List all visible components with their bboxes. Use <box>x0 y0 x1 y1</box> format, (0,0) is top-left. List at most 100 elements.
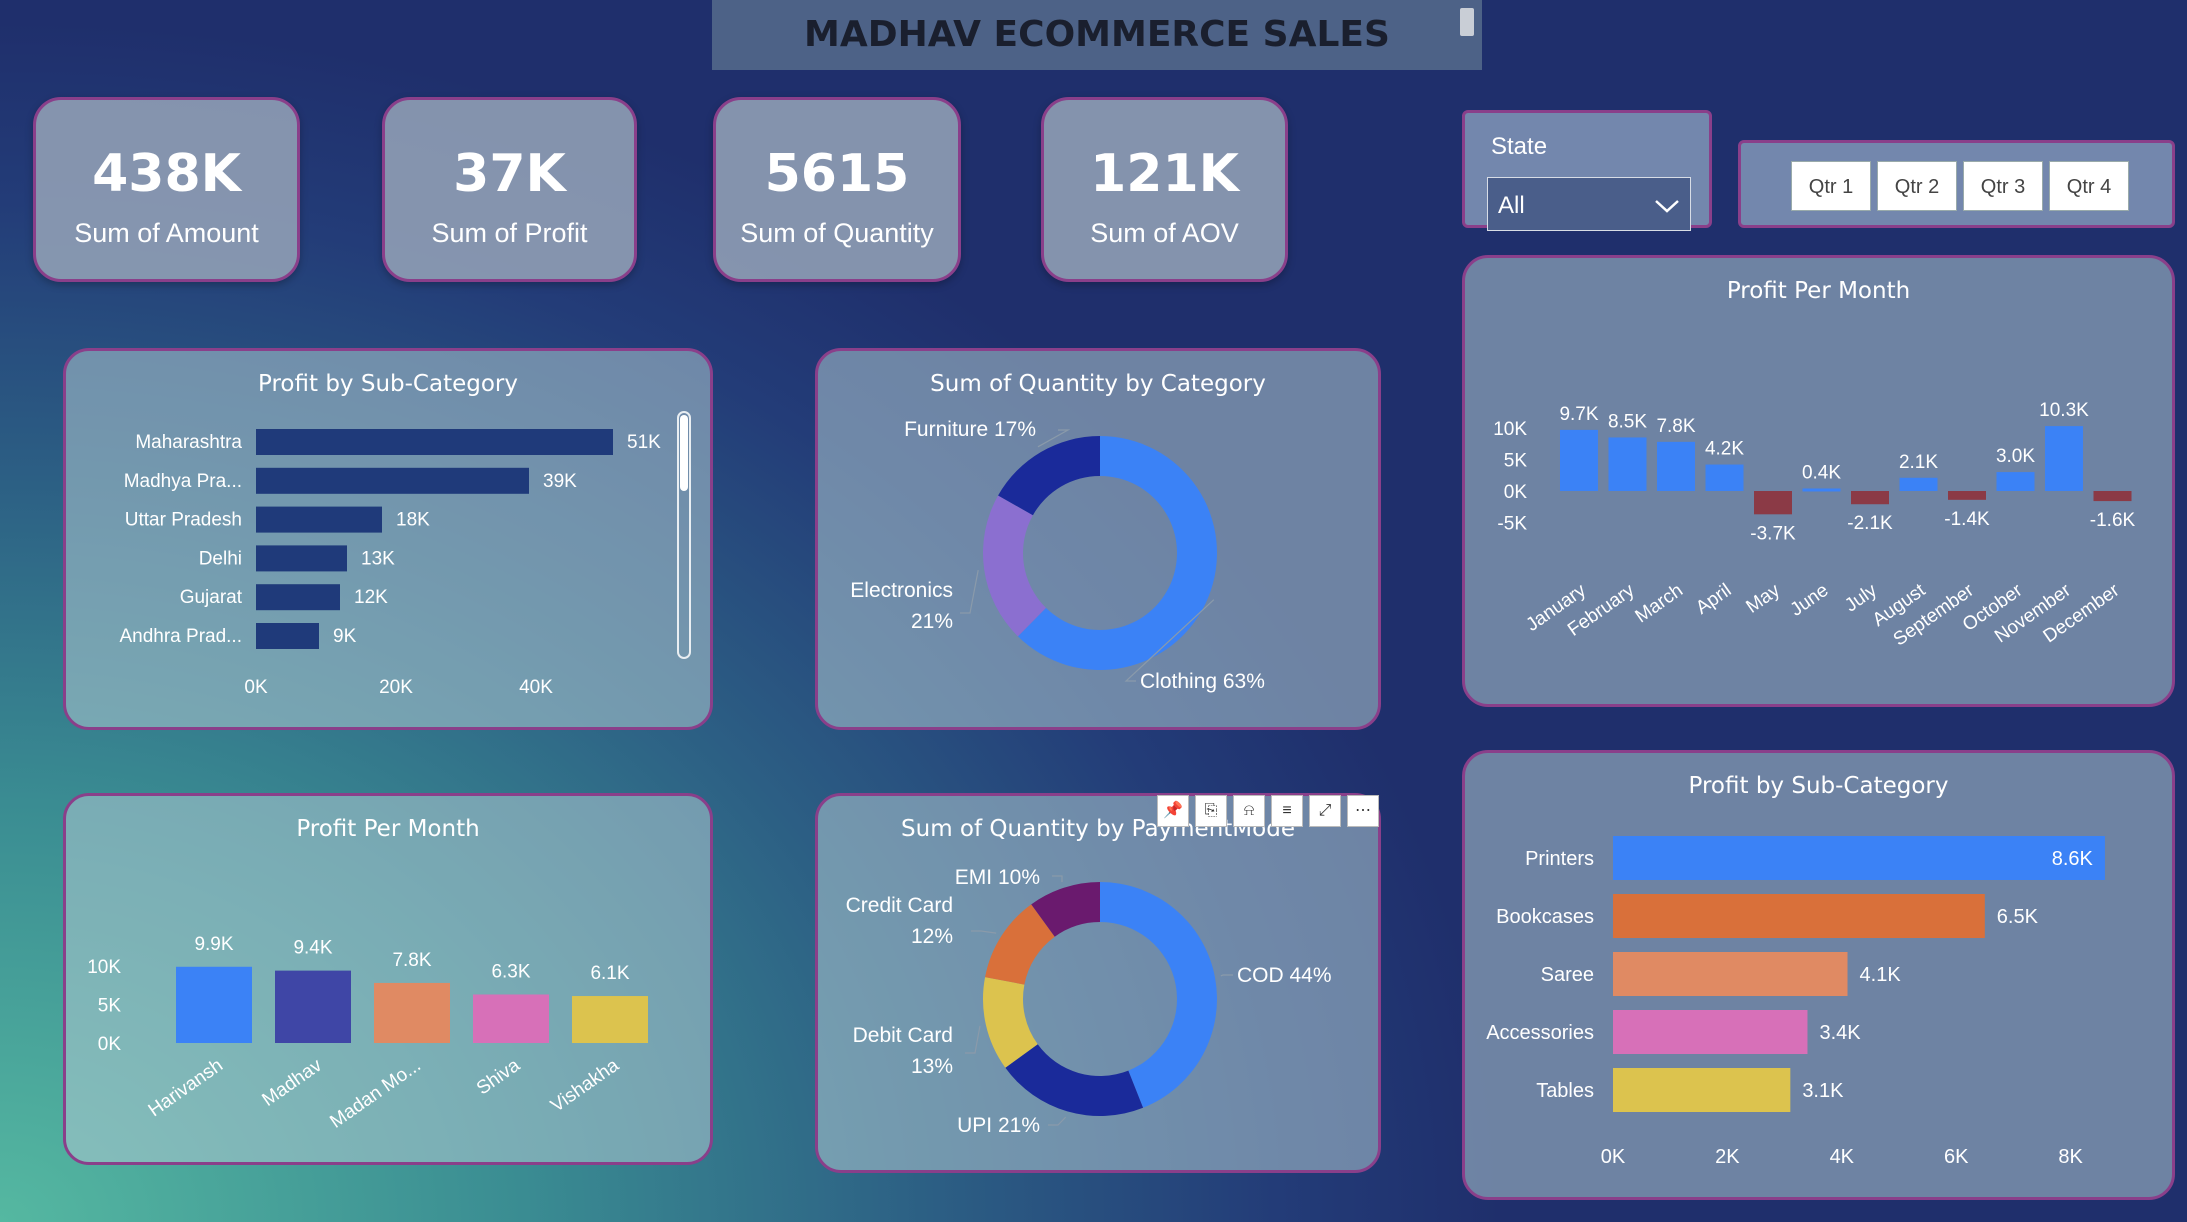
state-dropdown[interactable]: All <box>1487 177 1691 231</box>
tick-label: 0K <box>1504 482 1528 503</box>
kpi-value: 121K <box>1090 144 1239 204</box>
category-label: Bookcases <box>1496 906 1594 928</box>
category-label: Gujarat <box>180 587 243 608</box>
slice-label: Credit Card <box>846 894 953 917</box>
bar <box>1608 437 1647 491</box>
bar <box>256 467 529 494</box>
data-label: 10.3K <box>2039 400 2089 421</box>
tick-label: 40K <box>519 677 553 698</box>
more-options-icon[interactable]: ⋯ <box>1347 795 1379 827</box>
kpi-card-amount[interactable]: 438K Sum of Amount <box>33 97 300 282</box>
quarter-button-4[interactable]: Qtr 4 <box>2049 161 2129 211</box>
focus-mode-icon[interactable]: ⤢ <box>1309 795 1341 827</box>
quarter-slicer: Qtr 1 Qtr 2 Qtr 3 Qtr 4 <box>1738 140 2175 228</box>
data-label: 3.4K <box>1819 1022 1861 1044</box>
leader-line <box>965 1025 981 1054</box>
data-label: 4.2K <box>1705 439 1744 460</box>
scroll-handle-icon[interactable] <box>1460 8 1474 36</box>
data-label: 9K <box>333 626 357 647</box>
quarter-button-3[interactable]: Qtr 3 <box>1963 161 2043 211</box>
kpi-card-profit[interactable]: 37K Sum of Profit <box>382 97 637 282</box>
leader-line <box>960 570 979 614</box>
subcategory-profit-card[interactable]: Profit by Sub-Category Printers 8.6K Bookc… <box>1462 750 2175 1200</box>
bar <box>1899 477 1938 491</box>
data-label: 9.4K <box>293 938 332 959</box>
data-label: 13K <box>361 548 395 569</box>
data-label: 3.1K <box>1802 1080 1844 1102</box>
bar <box>1996 472 2035 491</box>
copy-icon[interactable]: ⎘ <box>1195 795 1227 827</box>
category-label: Saree <box>1541 964 1594 986</box>
bell-icon[interactable]: ⍾ <box>1233 795 1265 827</box>
leader-line <box>1052 875 1063 883</box>
page-title: MADHAV ECOMMERCE SALES <box>804 14 1390 55</box>
bar <box>473 994 549 1043</box>
category-label: Harivansh <box>145 1055 227 1121</box>
kpi-card-quantity[interactable]: 5615 Sum of Quantity <box>713 97 961 282</box>
category-label: Maharashtra <box>135 432 242 453</box>
bar <box>256 429 613 455</box>
profit-person-chart: 10K 5K 0K 9.9K Harivansh 9.4K Madhav 7.8K Madan … <box>87 934 648 1133</box>
state-profit-chart: Maharashtra 51K Madhya Pra... 39K Uttar Prad… <box>119 429 661 698</box>
data-label: 9.7K <box>1559 404 1598 425</box>
donut-slice <box>998 436 1100 516</box>
kpi-card-aov[interactable]: 121K Sum of AOV <box>1041 97 1288 282</box>
bar <box>2045 426 2083 491</box>
data-label: 8.6K <box>2052 848 2094 870</box>
visual-toolbar: 📌 ⎘ ⍾ ≡ ⤢ ⋯ <box>1157 795 1379 827</box>
tick-label: 10K <box>1493 419 1527 440</box>
quarter-button-1[interactable]: Qtr 1 <box>1791 161 1871 211</box>
category-label: Accessories <box>1486 1022 1594 1044</box>
category-label: Printers <box>1525 848 1594 870</box>
data-label: 51K <box>627 432 661 453</box>
quarter-button-2[interactable]: Qtr 2 <box>1877 161 1957 211</box>
leader-line <box>971 930 997 934</box>
scrollbar[interactable] <box>677 411 691 659</box>
data-label: 3.0K <box>1996 446 2035 467</box>
category-label: Andhra Prad... <box>119 626 242 647</box>
profit-person-card[interactable]: Profit Per Month 10K 5K 0K 9.9K Harivansh 9.4… <box>63 793 713 1165</box>
bar <box>256 623 319 649</box>
scrollbar-thumb[interactable] <box>680 415 688 491</box>
leader-line <box>1048 1116 1067 1126</box>
category-label: Madhya Pra... <box>124 471 242 492</box>
tick-label: 5K <box>98 996 122 1017</box>
tick-label: -5K <box>1497 514 1527 535</box>
slice-label: 13% <box>911 1055 953 1078</box>
bar <box>1657 441 1695 491</box>
category-label: Shiva <box>473 1055 524 1100</box>
chevron-down-icon <box>1655 200 1679 213</box>
state-profit-card[interactable]: Profit by Sub-Category Maharashtra 51K Mad… <box>63 348 713 730</box>
bar <box>1613 836 2105 880</box>
bar <box>1802 488 1841 492</box>
pin-icon[interactable]: 📌 <box>1157 795 1189 827</box>
data-label: -1.4K <box>1944 509 1990 530</box>
tick-label: 8K <box>2058 1146 2083 1168</box>
bar <box>2093 491 2132 502</box>
tick-label: 6K <box>1944 1146 1969 1168</box>
kpi-value: 5615 <box>764 144 910 204</box>
slice-label: 12% <box>911 925 953 948</box>
bar <box>256 506 382 533</box>
slice-label: Clothing 63% <box>1140 670 1265 693</box>
data-label: 9.9K <box>194 934 233 955</box>
donut-slice <box>1100 882 1217 1108</box>
tick-label: 4K <box>1830 1146 1855 1168</box>
category-label: Madan Mo... <box>326 1055 425 1133</box>
kpi-label: Sum of Profit <box>431 218 588 248</box>
category-label: Madhav <box>258 1055 326 1111</box>
quantity-category-chart: Clothing 63% Electronics 21% Furniture 17% <box>850 418 1265 693</box>
quantity-category-card[interactable]: Sum of Quantity by Category Clothing 63%… <box>815 348 1381 730</box>
profit-month-card[interactable]: Profit Per Month 10K 5K 0K -5K 9.7K January 8.… <box>1462 255 2175 707</box>
donut-slice <box>983 495 1046 637</box>
bar <box>1560 429 1598 491</box>
filter-icon[interactable]: ≡ <box>1271 795 1303 827</box>
bar <box>1754 491 1792 515</box>
kpi-value: 438K <box>92 144 241 204</box>
bar <box>256 584 340 611</box>
data-label: -2.1K <box>1847 513 1893 534</box>
category-label: May <box>1742 580 1784 618</box>
bar <box>256 545 347 572</box>
bar <box>572 996 648 1043</box>
quantity-payment-card[interactable]: Sum of Quantity by PaymentMode COD 44% UP… <box>815 793 1381 1173</box>
